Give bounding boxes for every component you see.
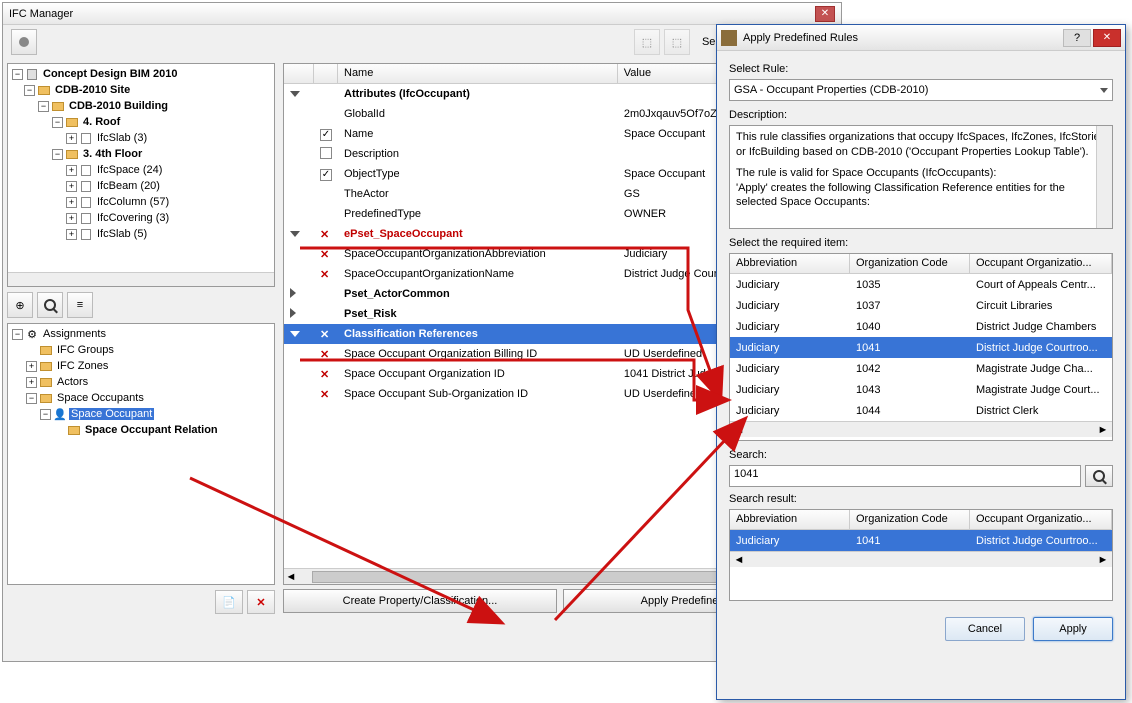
expand-icon[interactable]: +: [66, 229, 77, 240]
apply-rules-dialog: Apply Predefined Rules ? ✕ Select Rule: …: [716, 24, 1126, 700]
assignment-tree[interactable]: − ⚙ Assignments IFC Groups+IFC Zones+Act…: [7, 323, 275, 585]
select-tool-2[interactable]: ⬚: [664, 29, 690, 55]
tree-item[interactable]: −Space Occupants: [10, 390, 272, 406]
expand-icon[interactable]: +: [66, 165, 77, 176]
tree-item[interactable]: +IfcBeam (20): [10, 178, 272, 194]
grid-header: Abbreviation Organization Code Occupant …: [730, 510, 1112, 530]
expand-icon[interactable]: +: [66, 181, 77, 192]
tree-root-assign[interactable]: − ⚙ Assignments: [10, 326, 272, 342]
dialog-icon: [721, 30, 737, 46]
grid-row[interactable]: Judiciary1041District Judge Courtroo...: [730, 337, 1112, 358]
expand-icon[interactable]: −: [52, 117, 63, 128]
grid-row[interactable]: Judiciary1040District Judge Chambers: [730, 316, 1112, 337]
dialog-title-bar: Apply Predefined Rules ? ✕: [717, 25, 1125, 51]
expand-icon[interactable]: +: [26, 377, 37, 388]
tree-root[interactable]: − Concept Design BIM 2010: [10, 66, 272, 82]
result-grid[interactable]: Abbreviation Organization Code Occupant …: [729, 509, 1113, 601]
grid-row[interactable]: Judiciary1042Magistrate Judge Cha...: [730, 358, 1112, 379]
tree-item[interactable]: −👤Space Occupant: [10, 406, 272, 422]
expand-icon[interactable]: +: [66, 133, 77, 144]
col-code[interactable]: Organization Code: [850, 254, 970, 273]
expand-icon[interactable]: −: [12, 69, 23, 80]
description-label: Description:: [729, 109, 1113, 121]
select-rule-label: Select Rule:: [729, 63, 1113, 75]
search-button[interactable]: [1085, 465, 1113, 487]
dropdown-arrow-icon: [1100, 88, 1108, 93]
filter-tool-button[interactable]: ≡: [67, 292, 93, 318]
project-tree[interactable]: − Concept Design BIM 2010 −CDB-2010 Site…: [7, 63, 275, 287]
expand-icon[interactable]: −: [26, 393, 37, 404]
create-property-button[interactable]: Create Property/Classification...: [283, 589, 557, 613]
search-label: Search:: [729, 449, 1113, 461]
add-tool-button[interactable]: ⊕: [7, 292, 33, 318]
tree-item[interactable]: +IfcSlab (5): [10, 226, 272, 242]
search-tool-button[interactable]: [37, 292, 63, 318]
grid-header: Abbreviation Organization Code Occupant …: [730, 254, 1112, 274]
expand-icon[interactable]: −: [52, 149, 63, 160]
tree-item[interactable]: +IfcSlab (3): [10, 130, 272, 146]
select-tool-1[interactable]: ⬚: [634, 29, 660, 55]
window-title: IFC Manager: [9, 8, 73, 20]
circle-tool-button[interactable]: [11, 29, 37, 55]
tree-item[interactable]: −CDB-2010 Building: [10, 98, 272, 114]
grid-row[interactable]: Judiciary1041District Judge Courtroo...: [730, 530, 1112, 551]
search-icon: [1093, 470, 1105, 482]
col-org[interactable]: Occupant Organizatio...: [970, 254, 1112, 273]
expand-icon[interactable]: +: [66, 197, 77, 208]
tree-item[interactable]: +Actors: [10, 374, 272, 390]
tree-item[interactable]: −3. 4th Floor: [10, 146, 272, 162]
delete-button[interactable]: ✕: [247, 590, 275, 614]
rule-combobox[interactable]: GSA - Occupant Properties (CDB-2010): [729, 79, 1113, 101]
expand-icon[interactable]: −: [40, 409, 51, 420]
col-abbr[interactable]: Abbreviation: [730, 254, 850, 273]
tree-item[interactable]: +IfcSpace (24): [10, 162, 272, 178]
tree-item[interactable]: +IfcColumn (57): [10, 194, 272, 210]
h-scrollbar[interactable]: ◄►: [730, 551, 1112, 567]
cancel-button[interactable]: Cancel: [945, 617, 1025, 641]
title-bar: IFC Manager ✕: [3, 3, 841, 25]
close-button[interactable]: ✕: [815, 6, 835, 22]
tree-item[interactable]: −4. Roof: [10, 114, 272, 130]
h-scrollbar[interactable]: ◄►: [730, 421, 1112, 437]
col-org[interactable]: Occupant Organizatio...: [970, 510, 1112, 529]
tree-item[interactable]: +IFC Zones: [10, 358, 272, 374]
description-box: This rule classifies organizations that …: [729, 125, 1113, 229]
items-grid[interactable]: Abbreviation Organization Code Occupant …: [729, 253, 1113, 441]
expand-icon[interactable]: +: [66, 213, 77, 224]
expand-icon[interactable]: −: [12, 329, 23, 340]
tree-item[interactable]: −CDB-2010 Site: [10, 82, 272, 98]
grid-row[interactable]: Judiciary1044District Clerk: [730, 400, 1112, 421]
expand-icon[interactable]: −: [24, 85, 35, 96]
grid-row[interactable]: Judiciary1043Magistrate Judge Court...: [730, 379, 1112, 400]
expand-icon[interactable]: +: [26, 361, 37, 372]
v-scrollbar[interactable]: [1096, 126, 1112, 228]
dialog-close-button[interactable]: ✕: [1093, 29, 1121, 47]
help-button[interactable]: ?: [1063, 29, 1091, 47]
col-name[interactable]: Name: [338, 64, 618, 83]
tree-item[interactable]: +IfcCovering (3): [10, 210, 272, 226]
col-code[interactable]: Organization Code: [850, 510, 970, 529]
expand-icon[interactable]: −: [38, 101, 49, 112]
h-scrollbar[interactable]: [8, 272, 274, 286]
new-button[interactable]: 📄: [215, 590, 243, 614]
col-abbr[interactable]: Abbreviation: [730, 510, 850, 529]
tree-item[interactable]: Space Occupant Relation: [10, 422, 272, 438]
search-result-label: Search result:: [729, 493, 1113, 505]
tree-item[interactable]: IFC Groups: [10, 342, 272, 358]
search-input[interactable]: 1041: [729, 465, 1081, 487]
grid-row[interactable]: Judiciary1037Circuit Libraries: [730, 295, 1112, 316]
grid-row[interactable]: Judiciary1035Court of Appeals Centr...: [730, 274, 1112, 295]
dialog-title: Apply Predefined Rules: [743, 32, 1061, 44]
select-item-label: Select the required item:: [729, 237, 1113, 249]
apply-button[interactable]: Apply: [1033, 617, 1113, 641]
